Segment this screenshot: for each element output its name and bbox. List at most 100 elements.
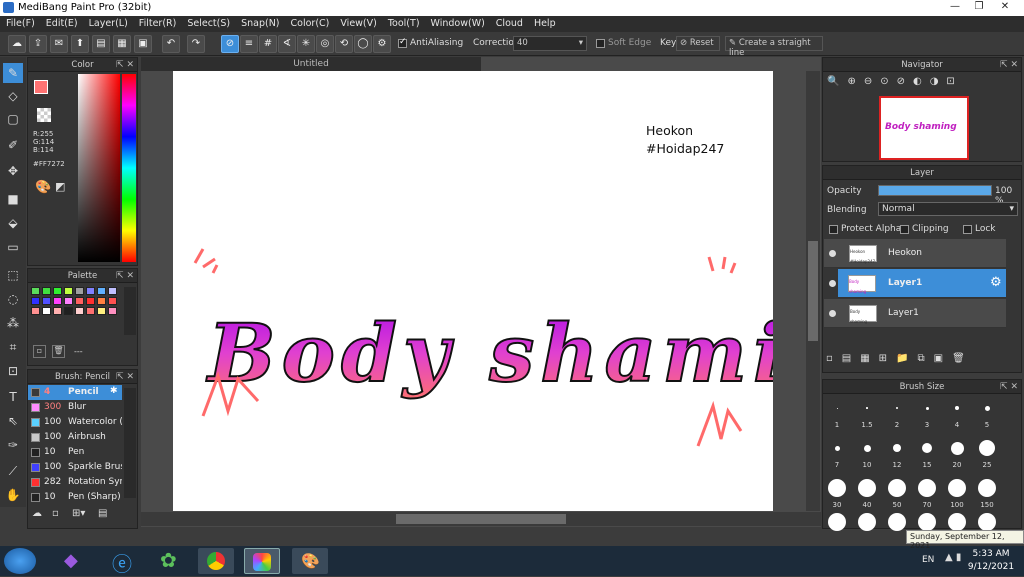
snap-ellipse-icon[interactable]: ◯ [354, 35, 372, 53]
brush-size-option[interactable] [978, 479, 996, 497]
reset-button[interactable]: ⊘ Reset [676, 36, 720, 51]
brush-size-option[interactable] [866, 407, 868, 409]
palette-swatch[interactable] [86, 287, 95, 295]
medibang-taskbar-button[interactable] [244, 548, 280, 574]
brush-size-option[interactable] [828, 479, 846, 497]
snap-perspective-icon[interactable]: ∢ [278, 35, 296, 53]
magic-wand-tool-icon[interactable]: ⁂ [3, 313, 23, 333]
protect-alpha-checkbox[interactable] [829, 225, 838, 234]
lasso-tool-icon[interactable]: ◌ [3, 289, 23, 309]
minimize-button[interactable]: — [944, 0, 966, 14]
brush-item[interactable]: 100 Airbrush [28, 430, 122, 445]
dot-pen-tool-icon[interactable]: ✐ [3, 135, 23, 155]
palette-swatch[interactable] [97, 307, 106, 315]
blending-select[interactable]: Normal ▾ [878, 202, 1018, 216]
operation-tool-icon[interactable]: ⇖ [3, 411, 23, 431]
palette-swatch[interactable] [31, 307, 40, 315]
panel-icons[interactable]: ⇱ ✕ [116, 269, 134, 283]
menu-tool[interactable]: Tool(T) [382, 16, 425, 32]
redo-icon[interactable]: ↷ [187, 35, 205, 53]
snap-grid-icon[interactable]: # [259, 35, 277, 53]
snap-off-icon[interactable]: ⊘ [221, 35, 239, 53]
visual-studio-icon[interactable]: ◆ [64, 550, 78, 571]
share-icon[interactable]: ⇪ [29, 35, 47, 53]
brush-size-option[interactable] [863, 444, 871, 452]
paint-taskbar-button[interactable]: 🎨 [292, 548, 328, 574]
tray-icons[interactable]: ▲ ▮ [945, 552, 961, 563]
grid-icon[interactable]: ▣ [134, 35, 152, 53]
layer-row-selected[interactable]: Body shaming Layer1 ⚙ [838, 269, 1006, 298]
brush-size-option[interactable] [858, 479, 876, 497]
menu-color[interactable]: Color(C) [285, 16, 335, 32]
brush-size-option[interactable] [888, 479, 906, 497]
palette-swatch[interactable] [75, 287, 84, 295]
brush-size-option[interactable] [950, 441, 964, 455]
brush-size-option[interactable] [893, 444, 901, 452]
brush-size-option[interactable] [896, 407, 898, 409]
select-rect-tool-icon[interactable]: ▢ [3, 109, 23, 129]
palette-swatch[interactable] [64, 287, 73, 295]
soft-edge-checkbox[interactable] [596, 39, 605, 48]
lock-checkbox[interactable] [963, 225, 972, 234]
brush-size-option[interactable] [858, 513, 876, 531]
select-eraser-tool-icon[interactable]: ⊡ [3, 361, 23, 381]
menu-window[interactable]: Window(W) [425, 16, 490, 32]
gradient-tool-icon[interactable]: ▭ [3, 237, 23, 257]
palette-swatch[interactable] [42, 287, 51, 295]
select-tool-icon[interactable]: ⬚ [3, 265, 23, 285]
brush-item[interactable]: 4 Pencil ✱ [28, 385, 122, 400]
brush-size-option[interactable] [948, 479, 966, 497]
menu-view[interactable]: View(V) [334, 16, 381, 32]
brush-size-option[interactable] [888, 513, 906, 531]
canvas-paper[interactable]: Heokon #Hoidap247 Body shaming [173, 71, 773, 511]
upload-icon[interactable]: ⬆ [71, 35, 89, 53]
cloud-brush-icon[interactable]: ☁ [32, 508, 46, 522]
hue-slider[interactable] [122, 74, 136, 262]
menu-select[interactable]: Select(S) [181, 16, 235, 32]
palette-swatch[interactable] [31, 287, 40, 295]
app-icon[interactable]: ✿ [160, 548, 177, 572]
navigator-thumbnail[interactable]: Body shaming [879, 96, 969, 160]
maximize-button[interactable]: ❐ [968, 0, 990, 14]
snap-curve-icon[interactable]: ⟲ [335, 35, 353, 53]
brush-item[interactable]: 100 Sparkle Brush [28, 460, 122, 475]
palette-swatch[interactable] [97, 297, 106, 305]
vertical-scroll-thumb[interactable] [808, 241, 818, 341]
language-indicator[interactable]: EN [922, 555, 934, 565]
brush-tool-icon[interactable]: ✎ [3, 63, 23, 83]
visibility-icon[interactable] [829, 280, 836, 287]
brush-item[interactable]: 100 Watercolor (W [28, 415, 122, 430]
panel-icons[interactable]: ⇱ ✕ [1000, 380, 1018, 394]
menu-layer[interactable]: Layer(L) [83, 16, 133, 32]
palette-icon[interactable]: 🎨 [35, 180, 51, 195]
panel-icons[interactable]: ⇱ ✕ [1000, 58, 1018, 72]
snap-circle-icon[interactable]: ◎ [316, 35, 334, 53]
gear-icon[interactable]: ✱ [110, 386, 118, 396]
delete-palette-icon[interactable]: 🗑 [52, 345, 65, 358]
snap-radial-icon[interactable]: ✳ [297, 35, 315, 53]
brush-size-option[interactable] [978, 513, 996, 531]
horizontal-scrollbar[interactable] [141, 512, 821, 526]
menu-help[interactable]: Help [528, 16, 561, 32]
add-palette-icon[interactable]: ▫ [33, 345, 46, 358]
panel-icons[interactable]: ⇱ ✕ [116, 58, 134, 72]
antialias-checkbox[interactable] [398, 37, 407, 48]
move-tool-icon[interactable]: ✥ [3, 161, 23, 181]
layer-row[interactable]: Body shaming Layer1 [824, 299, 1006, 328]
palette-swatch[interactable] [75, 297, 84, 305]
document-icon[interactable]: ▤ [92, 35, 110, 53]
palette-more[interactable]: --- [74, 347, 83, 356]
visibility-icon[interactable] [829, 310, 836, 317]
palette-swatch[interactable] [53, 287, 62, 295]
correction-select[interactable]: 40 ▾ [513, 36, 587, 51]
brush-size-option[interactable] [922, 443, 932, 453]
clock-date[interactable]: 9/12/2021 [964, 562, 1018, 572]
comment-icon[interactable]: ✉ [50, 35, 68, 53]
palette-swatch[interactable] [31, 297, 40, 305]
palette-swatch[interactable] [53, 307, 62, 315]
brush-size-option[interactable] [984, 405, 990, 411]
brush-size-option[interactable] [979, 440, 995, 456]
document-tab[interactable]: Untitled [141, 57, 481, 71]
close-button[interactable]: ✕ [994, 0, 1016, 14]
palette-swatch[interactable] [108, 297, 117, 305]
